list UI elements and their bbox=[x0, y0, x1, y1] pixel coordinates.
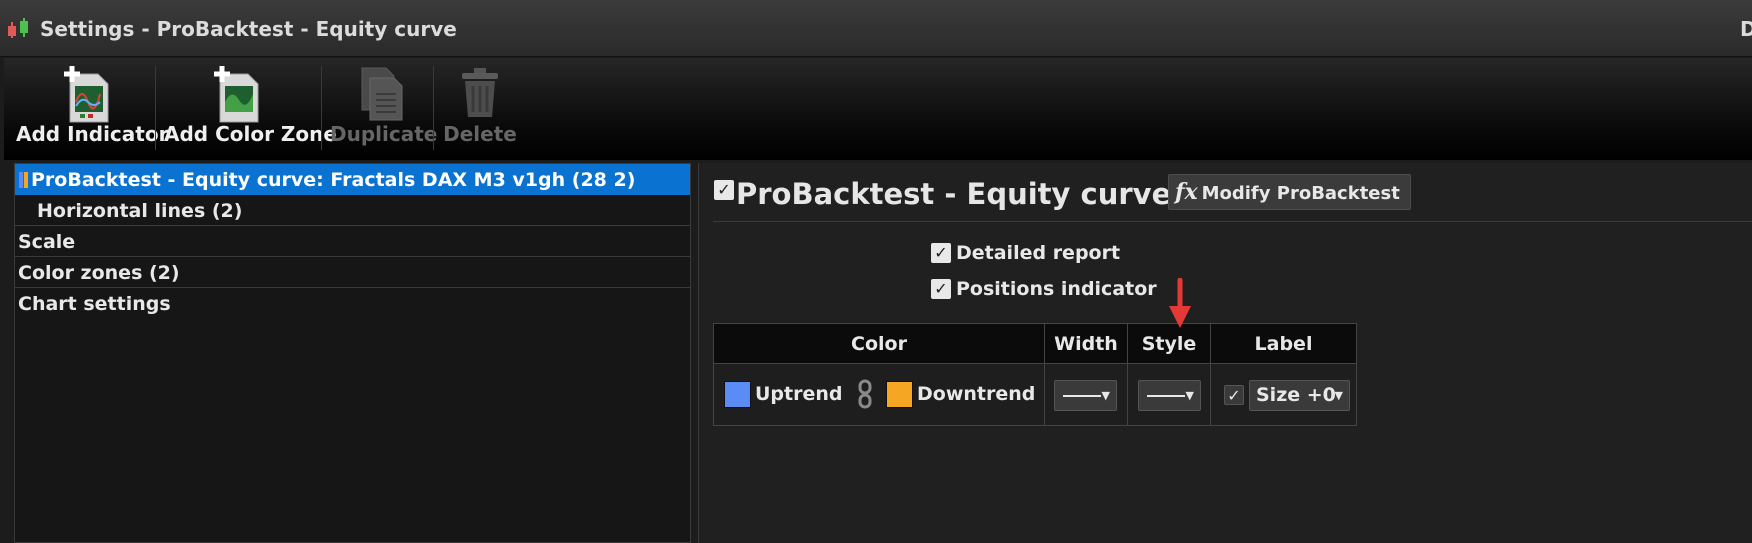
style-table: Color Width Style Label Uptrend Downtren… bbox=[713, 323, 1357, 426]
annotation-arrow-icon bbox=[1169, 278, 1191, 328]
toolbar-separator bbox=[321, 66, 322, 150]
add-color-zone-label: Add Color Zone bbox=[164, 122, 337, 146]
toolbar: Add Indicator Add Color Zone Duplicate D… bbox=[4, 58, 1752, 160]
delete-label: Delete bbox=[443, 122, 517, 146]
add-indicator-label: Add Indicator bbox=[16, 122, 169, 146]
line-width-preview bbox=[1063, 395, 1101, 397]
tree-item-horizontal-lines[interactable]: Horizontal lines (2) bbox=[15, 195, 690, 226]
window-title: Settings - ProBacktest - Equity curve bbox=[40, 17, 457, 41]
tree-item-equity-curve[interactable]: ProBacktest - Equity curve: Fractals DAX… bbox=[15, 164, 690, 195]
tree-item-label: ProBacktest - Equity curve: Fractals DAX… bbox=[31, 169, 636, 191]
chevron-down-icon: ▼ bbox=[1101, 389, 1110, 402]
tree-item-label: Color zones (2) bbox=[18, 262, 180, 284]
column-header-width: Width bbox=[1054, 333, 1118, 355]
positions-indicator-checkbox[interactable]: ✓ bbox=[931, 279, 951, 299]
column-header-style: Style bbox=[1141, 333, 1197, 355]
show-label-checkbox[interactable]: ✓ bbox=[1224, 385, 1244, 405]
tree-item-color-zones[interactable]: Color zones (2) bbox=[15, 257, 690, 288]
column-divider bbox=[1044, 324, 1045, 425]
toolbar-separator bbox=[155, 66, 156, 150]
duplicate-button[interactable]: Duplicate bbox=[330, 58, 438, 160]
column-divider bbox=[1127, 324, 1128, 425]
panel-enabled-checkbox[interactable]: ✓ bbox=[714, 180, 734, 200]
add-color-zone-button[interactable]: Add Color Zone bbox=[164, 58, 337, 160]
style-table-header: Color Width Style Label bbox=[714, 324, 1356, 364]
detailed-report-checkbox[interactable]: ✓ bbox=[931, 243, 951, 263]
properties-panel: ✓ ProBacktest - Equity curve fx Modify Pr… bbox=[698, 163, 1752, 543]
candlestick-app-icon bbox=[8, 18, 28, 38]
trash-icon bbox=[462, 68, 498, 117]
delete-button[interactable]: Delete bbox=[436, 58, 524, 160]
column-header-label: Label bbox=[1254, 333, 1313, 355]
toolbar-separator bbox=[433, 66, 434, 150]
tree-item-scale[interactable]: Scale bbox=[15, 226, 690, 257]
series-color-marker bbox=[24, 172, 28, 188]
line-style-preview bbox=[1147, 395, 1185, 397]
column-divider bbox=[1210, 324, 1211, 425]
tree-item-label: Scale bbox=[18, 231, 76, 253]
panel-title: ProBacktest - Equity curve bbox=[736, 177, 1172, 211]
modify-probacktest-label: Modify ProBacktest bbox=[1201, 183, 1400, 204]
chevron-down-icon: ▼ bbox=[1185, 389, 1194, 402]
link-colors-icon[interactable] bbox=[857, 379, 873, 409]
line-width-dropdown[interactable]: ▼ bbox=[1054, 380, 1117, 411]
uptrend-color-swatch[interactable] bbox=[724, 381, 751, 408]
add-indicator-icon bbox=[64, 66, 109, 123]
positions-indicator-label: Positions indicator bbox=[956, 278, 1157, 300]
series-color-marker bbox=[19, 172, 23, 188]
duplicate-icon bbox=[361, 67, 403, 121]
tree-item-chart-settings[interactable]: Chart settings bbox=[15, 288, 690, 319]
window-title-bar[interactable]: Settings - ProBacktest - Equity curve D bbox=[0, 0, 1752, 57]
uptrend-label: Uptrend bbox=[755, 383, 843, 405]
label-size-value: Size +0 bbox=[1256, 384, 1336, 406]
downtrend-color-swatch[interactable] bbox=[886, 381, 913, 408]
function-icon: fx bbox=[1175, 179, 1198, 205]
window-title-right: D bbox=[1740, 17, 1752, 41]
tree-item-label: Horizontal lines (2) bbox=[37, 200, 243, 222]
add-color-zone-icon bbox=[214, 66, 259, 123]
settings-tree: ProBacktest - Equity curve: Fractals DAX… bbox=[14, 163, 691, 543]
detailed-report-label: Detailed report bbox=[956, 242, 1121, 264]
tree-item-label: Chart settings bbox=[18, 293, 171, 315]
modify-probacktest-button[interactable]: fx Modify ProBacktest bbox=[1168, 174, 1411, 210]
divider bbox=[713, 221, 1752, 222]
add-indicator-button[interactable]: Add Indicator bbox=[16, 58, 169, 160]
line-style-dropdown[interactable]: ▼ bbox=[1138, 380, 1201, 411]
chevron-down-icon: ▼ bbox=[1334, 389, 1343, 402]
label-size-dropdown[interactable]: Size +0 ▼ bbox=[1249, 380, 1350, 411]
downtrend-label: Downtrend bbox=[917, 383, 1036, 405]
duplicate-label: Duplicate bbox=[330, 122, 438, 146]
column-header-color: Color bbox=[851, 333, 907, 355]
